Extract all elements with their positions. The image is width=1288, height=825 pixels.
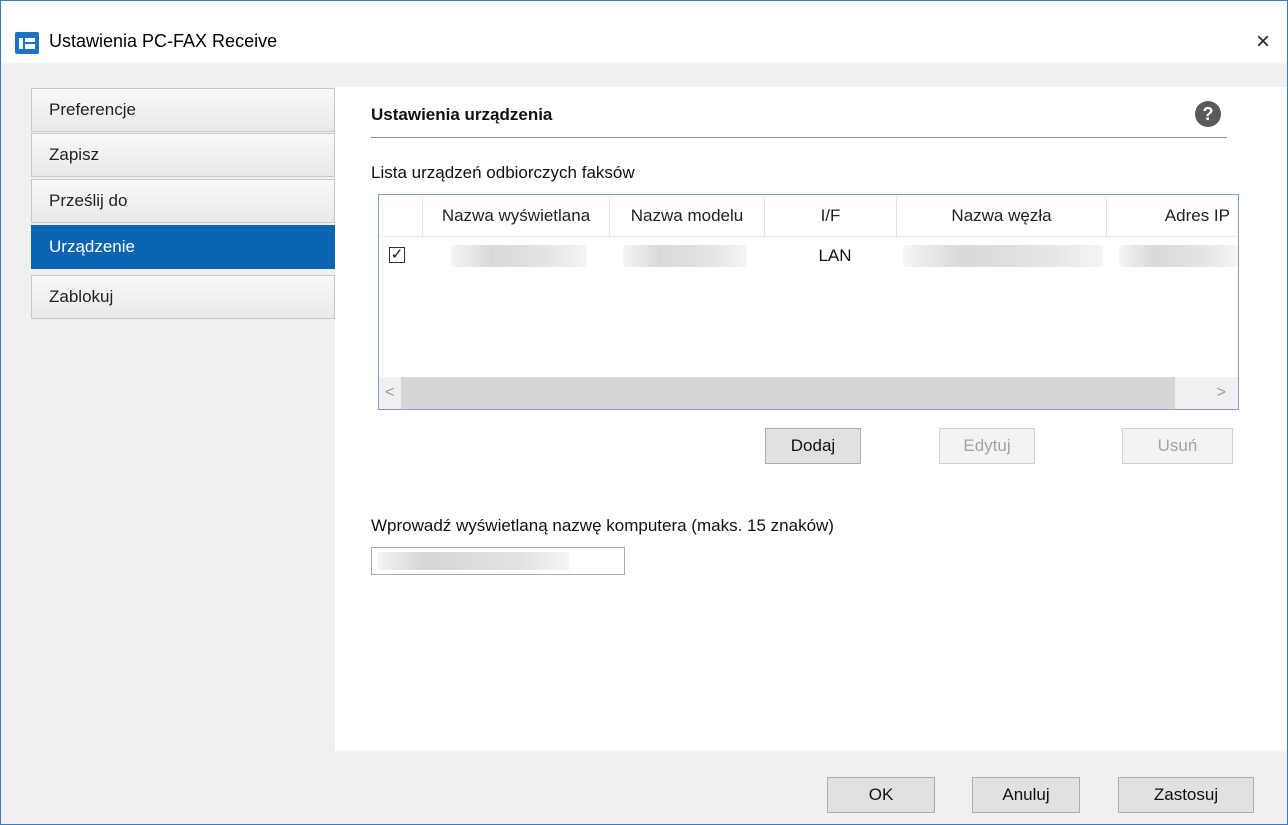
redacted-computer-name <box>378 552 570 570</box>
redacted-node-name <box>903 245 1103 267</box>
computer-name-input[interactable] <box>371 547 625 575</box>
column-header-display-name[interactable]: Nazwa wyświetlana <box>423 195 610 236</box>
sidebar-item-forward[interactable]: Prześlij do <box>31 179 335 223</box>
ok-button[interactable]: OK <box>827 777 935 813</box>
redacted-ip-address <box>1119 245 1238 267</box>
horizontal-scrollbar[interactable]: < > <box>379 377 1238 409</box>
column-header-check <box>379 195 423 236</box>
delete-button[interactable]: Usuń <box>1122 428 1233 464</box>
dialog-window: Ustawienia PC-FAX Receive × Preferencje … <box>0 0 1288 825</box>
app-icon <box>15 32 39 54</box>
section-divider <box>371 137 1227 138</box>
column-header-ip-address[interactable]: Adres IP <box>1107 195 1238 236</box>
column-header-interface[interactable]: I/F <box>765 195 897 236</box>
sidebar-item-save[interactable]: Zapisz <box>31 133 335 177</box>
table-header: Nazwa wyświetlana Nazwa modelu I/F Nazwa… <box>379 195 1238 237</box>
table-row[interactable]: ✓ LAN <box>379 236 1238 276</box>
window-title: Ustawienia PC-FAX Receive <box>49 31 278 51</box>
sidebar-item-preferences[interactable]: Preferencje <box>31 88 335 132</box>
scroll-left-icon[interactable]: < <box>385 377 394 409</box>
column-header-model-name[interactable]: Nazwa modelu <box>610 195 765 236</box>
device-checkbox[interactable]: ✓ <box>389 247 405 263</box>
close-icon: × <box>1255 28 1270 55</box>
interface-cell: LAN <box>818 246 852 265</box>
computer-name-label: Wprowadź wyświetlaną nazwę komputera (ma… <box>371 516 834 535</box>
apply-button[interactable]: Zastosuj <box>1118 777 1254 813</box>
redacted-display-name <box>451 245 587 267</box>
edit-button[interactable]: Edytuj <box>939 428 1035 464</box>
add-button[interactable]: Dodaj <box>765 428 861 464</box>
close-button[interactable]: × <box>1245 25 1281 59</box>
title-bar: Ustawienia PC-FAX Receive × <box>1 1 1287 63</box>
section-title: Ustawienia urządzenia <box>371 105 553 124</box>
scroll-right-icon[interactable]: > <box>1217 377 1226 409</box>
sidebar-item-device[interactable]: Urządzenie <box>31 225 335 269</box>
device-table: Nazwa wyświetlana Nazwa modelu I/F Nazwa… <box>378 194 1239 410</box>
cancel-button[interactable]: Anuluj <box>972 777 1080 813</box>
settings-panel: Ustawienia urządzenia ? Lista urządzeń o… <box>335 87 1287 751</box>
redacted-model-name <box>623 245 747 267</box>
help-icon[interactable]: ? <box>1195 101 1221 127</box>
device-list-label: Lista urządzeń odbiorczych faksów <box>371 163 635 182</box>
sidebar-item-lock[interactable]: Zablokuj <box>31 275 335 319</box>
column-header-node-name[interactable]: Nazwa węzła <box>897 195 1107 236</box>
scrollbar-thumb[interactable] <box>401 377 1175 409</box>
